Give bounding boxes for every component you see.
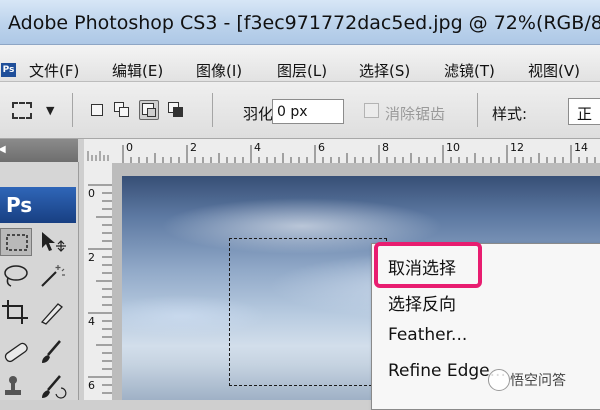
style-select[interactable]: 正 [568,98,600,125]
marquee-selection[interactable] [229,238,387,386]
brush-tool[interactable] [36,338,68,366]
menu-edit[interactable]: 编辑(E) [112,60,163,81]
horizontal-ruler[interactable]: 0 2 4 6 8 10 12 14 [112,139,600,164]
ruler-label: 6 [88,379,95,392]
vertical-ruler[interactable]: 0 2 4 6 [84,163,113,400]
menu-layer[interactable]: 图层(L) [277,60,327,81]
add-to-selection-button[interactable] [112,100,132,120]
anti-alias-label: 消除锯齿 [385,105,446,123]
app-icon[interactable]: Ps [1,63,16,77]
divider [477,93,478,127]
menu-file[interactable]: 文件(F) [29,60,79,81]
menu-item-feather[interactable]: Feather... [388,325,467,345]
ruler-label: 12 [510,141,524,154]
rect-marquee-preset-icon[interactable] [12,102,32,119]
stamp-tool[interactable] [0,372,32,400]
chevron-down-icon[interactable]: ▼ [46,104,54,117]
divider [212,93,213,127]
menu-select[interactable]: 选择(S) [359,60,410,81]
window-title: Adobe Photoshop CS3 - [f3ec971772dac5ed.… [8,12,600,34]
menu-item-select-inverse[interactable]: 选择反向 [388,290,456,315]
new-selection-button[interactable] [88,100,108,120]
ps-logo: Ps [0,187,76,223]
ruler-label: 10 [446,141,460,154]
menu-filter[interactable]: 滤镜(T) [444,60,495,81]
crop-tool[interactable] [0,298,32,326]
marquee-tool[interactable] [0,228,32,256]
slice-tool[interactable] [36,298,68,326]
menu-image[interactable]: 图像(I) [196,60,242,81]
divider [72,93,73,127]
magic-wand-tool[interactable] [36,262,68,290]
ruler-origin[interactable] [84,139,113,164]
intersect-selection-button[interactable] [166,100,186,120]
style-label: 样式: [492,105,528,123]
collapse-icon[interactable]: ◀ [0,144,6,155]
ruler-label: 2 [88,251,95,264]
ruler-label: 4 [254,141,261,154]
feather-input[interactable] [272,99,344,124]
ruler-label: 14 [574,141,588,154]
menu-view[interactable]: 视图(V) [528,60,580,81]
toolbox-header[interactable] [0,139,78,162]
ruler-label: 2 [190,141,197,154]
ruler-label: 6 [318,141,325,154]
lasso-tool[interactable] [0,262,32,290]
ruler-label: 0 [88,187,95,200]
ruler-label: 8 [382,141,389,154]
subtract-from-selection-button[interactable] [139,100,159,120]
watermark-text: 悟空问答 [510,373,566,389]
move-tool[interactable] [36,228,68,256]
ruler-label: 0 [126,141,133,154]
history-brush-tool[interactable] [36,372,68,400]
ruler-label: 4 [88,315,95,328]
anti-alias-checkbox[interactable] [364,103,379,118]
healing-brush-tool[interactable] [0,338,32,366]
watermark-logo-icon [488,369,510,391]
highlight-box [374,242,482,288]
